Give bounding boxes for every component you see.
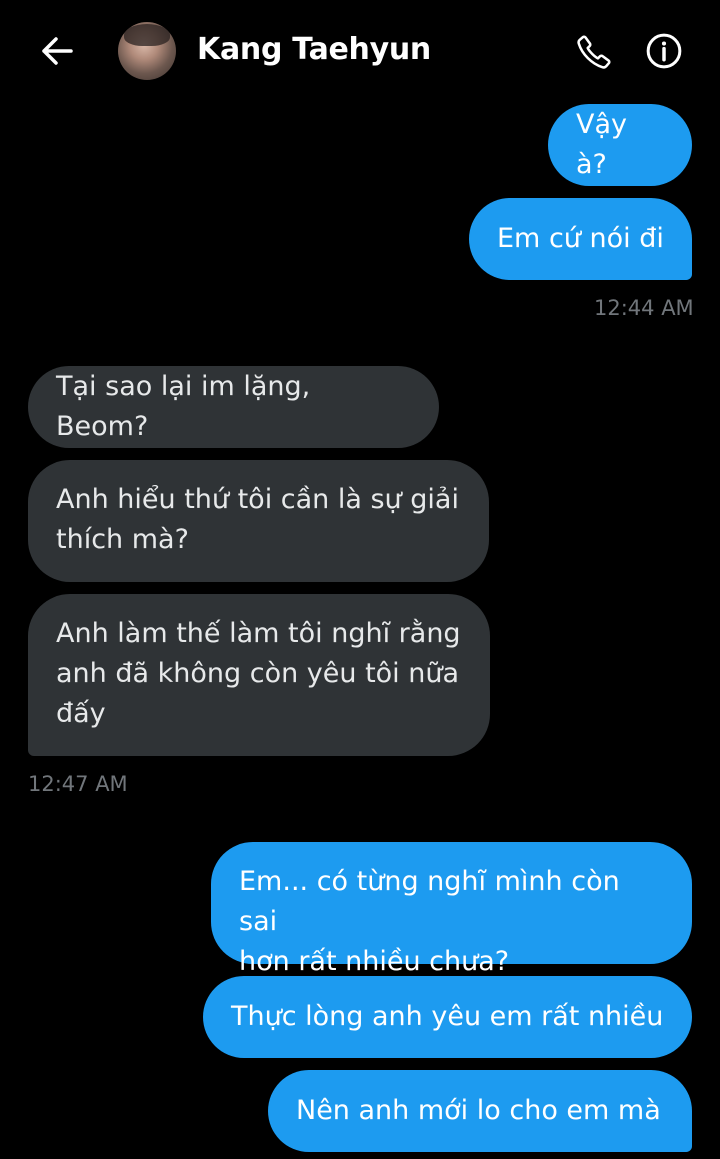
- contact-name[interactable]: Kang Taehyun: [197, 32, 431, 67]
- message-timestamp: 12:44 AM: [594, 296, 694, 320]
- arrow-left-icon: [42, 37, 73, 65]
- message-text-line: Anh hiểu thứ tôi cần là sự giải: [56, 484, 459, 515]
- back-button[interactable]: [36, 30, 78, 72]
- message-text: Thực lòng anh yêu em rất nhiều: [231, 1001, 664, 1032]
- message-bubble-received[interactable]: Anh làm thế làm tôi nghĩ rằng anh đã khô…: [28, 594, 490, 756]
- chat-header: Kang Taehyun: [0, 0, 720, 104]
- message-text: Em cứ nói đi: [497, 223, 664, 254]
- message-bubble-sent[interactable]: Thực lòng anh yêu em rất nhiều: [203, 976, 692, 1058]
- message-text-line: đấy: [56, 698, 106, 729]
- info-button[interactable]: [643, 30, 685, 72]
- info-icon: [646, 33, 682, 69]
- message-text-line: thích mà?: [56, 524, 189, 555]
- message-bubble-received[interactable]: Tại sao lại im lặng, Beom?: [28, 366, 439, 448]
- message-text: Nên anh mới lo cho em mà: [296, 1095, 661, 1126]
- message-bubble-sent[interactable]: Em... có từng nghĩ mình còn sai hơn rất …: [211, 842, 692, 977]
- message-bubble-sent[interactable]: Nên anh mới lo cho em mà: [268, 1070, 692, 1152]
- message-timestamp: 12:47 AM: [28, 772, 128, 796]
- message-bubble-received[interactable]: Anh hiểu thứ tôi cần là sự giải thích mà…: [28, 460, 489, 582]
- message-bubble-sent[interactable]: Em cứ nói đi: [469, 198, 692, 280]
- message-text: Tại sao lại im lặng, Beom?: [56, 371, 311, 442]
- avatar[interactable]: [118, 22, 176, 80]
- call-button[interactable]: [572, 30, 616, 74]
- message-bubble-sent[interactable]: Vậy à?: [548, 104, 692, 186]
- message-text-line: Em... có từng nghĩ mình còn sai: [239, 866, 620, 937]
- message-text-line: Anh làm thế làm tôi nghĩ rằng: [56, 618, 461, 649]
- message-text-line: anh đã không còn yêu tôi nữa: [56, 658, 460, 689]
- phone-icon: [577, 35, 611, 69]
- message-text: Vậy à?: [576, 109, 627, 180]
